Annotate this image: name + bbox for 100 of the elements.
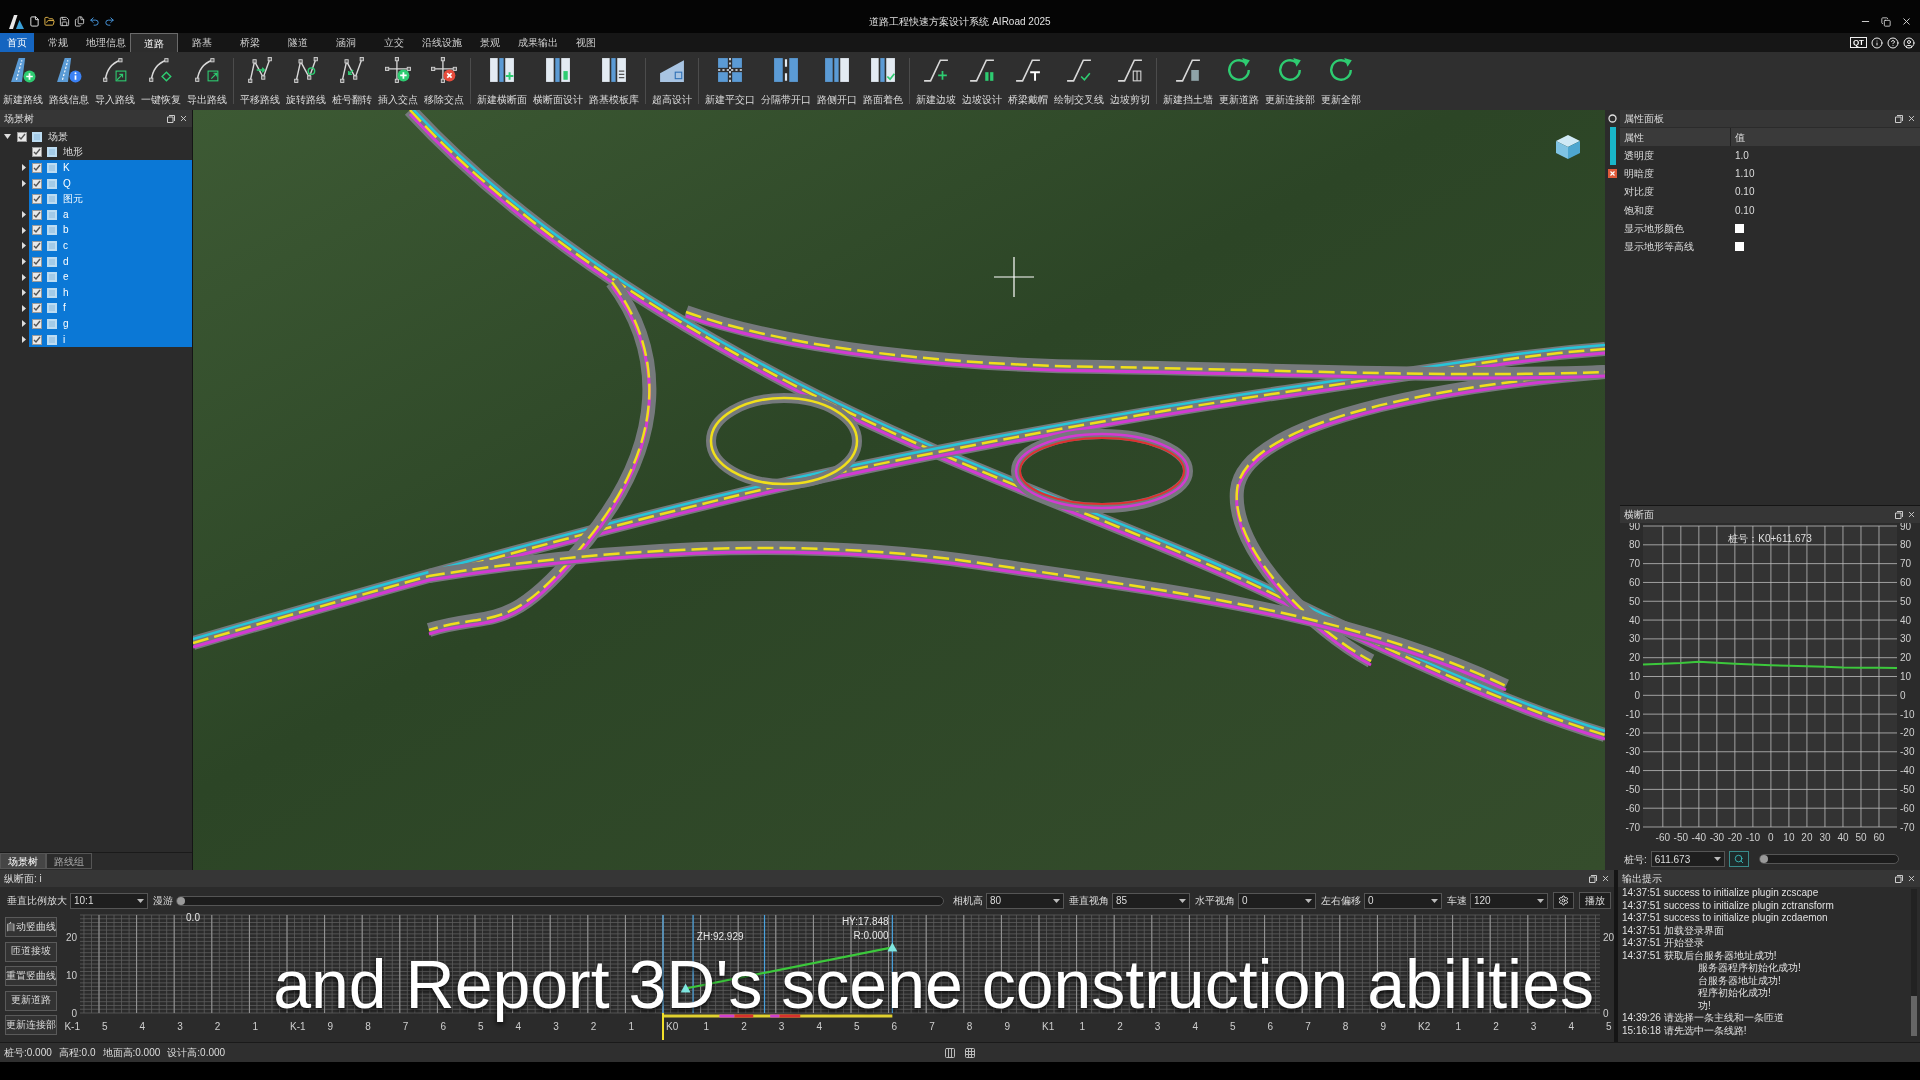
checkbox[interactable] (17, 131, 27, 142)
ribbon-button[interactable]: 桥梁戴帽 (1005, 52, 1051, 110)
qt-button[interactable]: QT (1849, 37, 1867, 48)
menu-tab[interactable]: 涵洞 (322, 33, 370, 52)
dropdown[interactable]: 80 (986, 892, 1064, 909)
close-button[interactable] (1901, 16, 1912, 27)
ribbon-button[interactable]: 更新道路 (1216, 52, 1262, 110)
dropdown[interactable]: 120 (1470, 892, 1548, 909)
checkbox[interactable] (1735, 242, 1744, 252)
ribbon-button[interactable]: 路线信息 (46, 52, 92, 110)
play-button[interactable]: 播放 (1579, 892, 1611, 909)
save-as-icon[interactable] (74, 16, 85, 27)
tree-item[interactable]: e (29, 269, 192, 285)
checkbox[interactable] (32, 209, 42, 220)
settings-button[interactable] (1553, 892, 1574, 909)
checkbox[interactable] (1735, 223, 1744, 233)
caret-right-icon[interactable] (22, 226, 26, 234)
restore-button[interactable] (1881, 16, 1891, 27)
close-icon[interactable] (1601, 874, 1610, 883)
menu-tab[interactable]: 道路 (130, 33, 178, 52)
slider-thumb[interactable] (177, 896, 185, 905)
menu-tab[interactable]: 路基 (178, 33, 226, 52)
ribbon-button[interactable]: 导出路线 (184, 52, 230, 110)
ribbon-button[interactable]: 路基模板库 (586, 52, 642, 110)
ribbon-button[interactable]: 桩号翻转 (329, 52, 375, 110)
ribbon-button[interactable]: 旋转路线 (283, 52, 329, 110)
checkbox[interactable] (32, 240, 42, 251)
checkbox[interactable] (32, 163, 42, 173)
caret-right-icon[interactable] (22, 304, 26, 312)
checkbox[interactable] (32, 256, 42, 267)
ribbon-button[interactable]: 分隔带开口 (758, 52, 814, 110)
checkbox[interactable] (32, 147, 42, 158)
ribbon-button[interactable]: 更新连接部 (1262, 52, 1318, 110)
menu-tab[interactable]: 常规 (34, 33, 82, 52)
ribbon-button[interactable]: 新建边坡 (913, 52, 959, 110)
ribbon-button[interactable]: 新建平交口 (702, 52, 758, 110)
dropdown[interactable]: 10:1 (70, 892, 148, 909)
float-icon[interactable] (1895, 874, 1903, 883)
cube-icon[interactable] (1555, 134, 1581, 160)
side-button[interactable]: 更新道路 (5, 990, 57, 1011)
checkbox[interactable] (32, 272, 42, 283)
slider-thumb[interactable] (1759, 855, 1768, 863)
menu-tab[interactable]: 首页 (0, 33, 34, 52)
float-icon[interactable] (1895, 114, 1903, 123)
float-icon[interactable] (167, 114, 175, 123)
ribbon-button[interactable]: 导入路线 (92, 52, 138, 110)
menu-tab[interactable]: 成果输出 (514, 33, 562, 52)
grid-icon[interactable] (964, 1046, 976, 1059)
ribbon-button[interactable]: 边坡设计 (959, 52, 1005, 110)
checkbox[interactable] (32, 178, 42, 189)
menu-tab[interactable]: 桥梁 (226, 33, 274, 52)
ribbon-button[interactable]: 横断面设计 (530, 52, 586, 110)
circle-icon[interactable] (1608, 114, 1617, 123)
tree-item[interactable]: K (29, 160, 192, 176)
ribbon-button[interactable]: 移除交点 (421, 52, 467, 110)
side-button[interactable]: 自动竖曲线 (5, 917, 57, 937)
dropdown[interactable]: 85 (1112, 892, 1190, 909)
ribbon-button[interactable]: 绘制交叉线 (1051, 52, 1107, 110)
panel-tab[interactable]: 路线组 (46, 853, 92, 869)
dropdown[interactable]: 0 (1238, 892, 1316, 909)
ribbon-button[interactable]: 新建挡土墙 (1160, 52, 1216, 110)
menu-tab[interactable]: 景观 (466, 33, 514, 52)
search-button[interactable] (1728, 851, 1749, 867)
ribbon-button[interactable]: 边坡剪切 (1107, 52, 1153, 110)
caret-right-icon[interactable] (22, 164, 26, 172)
tree-item[interactable]: c (29, 238, 192, 254)
ribbon-button[interactable]: 路面着色 (860, 52, 906, 110)
caret-right-icon[interactable] (22, 242, 26, 250)
tree-item[interactable]: 地形 (29, 144, 192, 161)
columns-icon[interactable] (944, 1046, 956, 1059)
ribbon-button[interactable]: 路侧开口 (814, 52, 860, 110)
caret-right-icon[interactable] (22, 180, 26, 188)
caret-right-icon[interactable] (22, 258, 26, 266)
ribbon-button[interactable]: 超高设计 (649, 52, 695, 110)
ribbon-button[interactable]: 更新全部 (1318, 52, 1364, 110)
checkbox[interactable] (32, 318, 42, 329)
caret-right-icon[interactable] (22, 336, 26, 343)
redo-icon[interactable] (104, 16, 115, 27)
menu-tab[interactable]: 立交 (370, 33, 418, 52)
undo-icon[interactable] (89, 16, 100, 27)
caret-down-icon[interactable] (4, 134, 11, 140)
menu-tab[interactable]: 视图 (562, 33, 610, 52)
checkbox[interactable] (32, 194, 42, 205)
menu-tab[interactable]: 隧道 (274, 33, 322, 52)
ribbon-button[interactable]: 平移路线 (237, 52, 283, 110)
help-icon[interactable] (1887, 36, 1899, 49)
ribbon-button[interactable]: 新建路线 (0, 52, 46, 110)
open-folder-icon[interactable] (44, 16, 55, 27)
checkbox[interactable] (32, 225, 42, 236)
tree-item[interactable]: g (29, 316, 192, 332)
caret-right-icon[interactable] (22, 273, 26, 281)
new-file-icon[interactable] (29, 16, 40, 27)
checkbox[interactable] (32, 334, 42, 345)
side-tab[interactable] (1609, 127, 1616, 165)
side-button[interactable]: 更新连接部 (5, 1015, 57, 1035)
caret-right-icon[interactable] (22, 289, 26, 297)
panel-tab[interactable]: 场景树 (0, 853, 46, 869)
caret-right-icon[interactable] (22, 320, 26, 328)
checkbox[interactable] (32, 303, 42, 314)
float-icon[interactable] (1895, 510, 1903, 519)
